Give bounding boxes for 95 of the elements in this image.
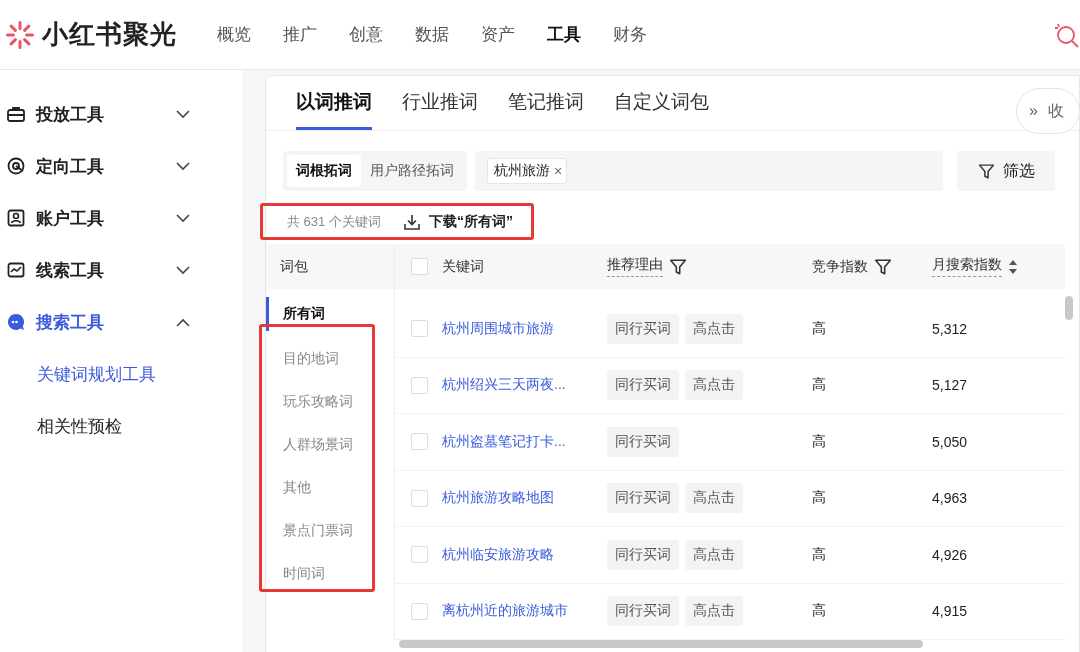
- reason-tag: 高点击: [685, 483, 743, 514]
- scrollbar[interactable]: [399, 640, 923, 648]
- tool-icon: [6, 260, 26, 280]
- nav-tab[interactable]: 数据: [399, 23, 465, 46]
- reason-tag: 同行买词: [607, 426, 679, 457]
- nav-tab[interactable]: 工具: [531, 23, 597, 46]
- tab[interactable]: 以词推词: [296, 76, 372, 130]
- remove-tag-button[interactable]: ×: [554, 163, 563, 179]
- filter-icon[interactable]: [669, 257, 687, 276]
- table-cell-text: 高: [812, 319, 827, 338]
- table-cell-text: 高: [812, 489, 827, 508]
- nav-tab[interactable]: 创意: [333, 23, 399, 46]
- keyword-input-field[interactable]: 杭州旅游 ×: [475, 151, 943, 191]
- sidebar-subitem[interactable]: 关键词规划工具: [0, 348, 242, 400]
- tag-label: 杭州旅游: [494, 162, 550, 180]
- nav-tab[interactable]: 概览: [201, 23, 267, 46]
- column-header: 词包: [266, 244, 394, 289]
- logo-text: 小红书聚光: [42, 18, 177, 51]
- filter-icon[interactable]: [874, 257, 892, 276]
- keyword-link[interactable]: 杭州绍兴三天两夜...: [442, 376, 607, 395]
- reason-tag: 高点击: [685, 539, 743, 570]
- tool-icon: [6, 312, 26, 332]
- keyword-link[interactable]: 杭州临安旅游攻略: [442, 545, 607, 564]
- word-group-item[interactable]: 玩乐攻略词: [266, 380, 394, 423]
- word-group-item[interactable]: 景点门票词: [266, 509, 394, 552]
- column-header: 关键词: [442, 257, 485, 276]
- table-cell-text: 4,926: [932, 546, 969, 563]
- table-cell-text: 高: [812, 432, 827, 451]
- sidebar-item[interactable]: 搜索工具: [0, 296, 242, 348]
- table-cell-text: 高: [812, 602, 827, 621]
- column-header: 竞争指数: [812, 257, 868, 276]
- filter-icon: [977, 162, 995, 180]
- table-cell-text: 4,963: [932, 490, 969, 507]
- download-button[interactable]: 下载“所有词”: [402, 212, 513, 231]
- row-checkbox[interactable]: [411, 489, 428, 507]
- tab[interactable]: 笔记推词: [508, 76, 584, 130]
- tab[interactable]: 自定义词包: [614, 76, 709, 130]
- table-cell-text: 5,312: [932, 320, 969, 337]
- logo-icon: [4, 18, 36, 51]
- chevron-icon: [176, 161, 190, 171]
- keyword-count: 共 631 个关键词: [287, 212, 381, 231]
- reason-tag: 同行买词: [607, 483, 679, 514]
- chevron-icon: [176, 317, 190, 327]
- reason-tag: 高点击: [685, 313, 743, 344]
- row-checkbox[interactable]: [411, 376, 428, 394]
- table-cell-text: 5,127: [932, 377, 969, 394]
- sidebar-item[interactable]: 投放工具: [0, 88, 242, 140]
- word-group-item[interactable]: 人群场景词: [266, 423, 394, 466]
- chevron-icon: [176, 213, 190, 223]
- tool-icon: [6, 104, 26, 124]
- row-checkbox[interactable]: [411, 602, 428, 620]
- keyword-link[interactable]: 杭州盗墓笔记打卡...: [442, 432, 607, 451]
- table-cell-text: 5,050: [932, 433, 969, 450]
- reason-tag: 同行买词: [607, 370, 679, 401]
- nav-tab[interactable]: 财务: [597, 23, 663, 46]
- tool-icon: [6, 156, 26, 176]
- sidebar-item[interactable]: 定向工具: [0, 140, 242, 192]
- reason-tag: 同行买词: [607, 539, 679, 570]
- row-checkbox[interactable]: [411, 433, 428, 451]
- nav-tab[interactable]: 资产: [465, 23, 531, 46]
- download-icon: [402, 212, 421, 231]
- column-header: 推荐理由: [607, 256, 663, 277]
- row-checkbox[interactable]: [411, 546, 428, 564]
- mode-option[interactable]: 词根拓词: [287, 155, 361, 187]
- scrollbar[interactable]: [1065, 296, 1073, 320]
- nav-tab[interactable]: 推广: [267, 23, 333, 46]
- word-group-item[interactable]: 时间词: [266, 552, 394, 595]
- search-icon[interactable]: [1054, 21, 1080, 48]
- column-header: 月搜索指数: [932, 256, 1002, 277]
- table-cell-text: 高: [812, 545, 827, 564]
- filter-button[interactable]: 筛选: [957, 151, 1055, 191]
- sidebar-subitem[interactable]: 相关性预检: [0, 400, 242, 452]
- tab[interactable]: 行业推词: [402, 76, 478, 130]
- sidebar-item[interactable]: 账户工具: [0, 192, 242, 244]
- chevron-icon: [176, 265, 190, 275]
- reason-tag: 高点击: [685, 596, 743, 627]
- reason-tag: 同行买词: [607, 313, 679, 344]
- table-cell-text: 4,915: [932, 603, 969, 620]
- mode-option[interactable]: 用户路径拓词: [361, 155, 463, 187]
- word-group-item[interactable]: 目的地词: [266, 337, 394, 380]
- select-all-checkbox[interactable]: [411, 258, 428, 275]
- chevron-icon: [176, 109, 190, 119]
- row-checkbox[interactable]: [411, 320, 428, 338]
- reason-tag: 同行买词: [607, 596, 679, 627]
- word-group-item[interactable]: 所有词: [266, 297, 394, 331]
- reason-tag: 高点击: [685, 370, 743, 401]
- keyword-link[interactable]: 离杭州近的旅游城市: [442, 602, 607, 621]
- sidebar-item[interactable]: 线索工具: [0, 244, 242, 296]
- keyword-link[interactable]: 杭州旅游攻略地图: [442, 489, 607, 508]
- keyword-link[interactable]: 杭州周围城市旅游: [442, 319, 607, 338]
- word-group-item[interactable]: 其他: [266, 466, 394, 509]
- tool-icon: [6, 208, 26, 228]
- table-cell-text: 高: [812, 376, 827, 395]
- collapse-button[interactable]: » 收: [1016, 88, 1080, 134]
- sort-icon[interactable]: [1008, 258, 1018, 275]
